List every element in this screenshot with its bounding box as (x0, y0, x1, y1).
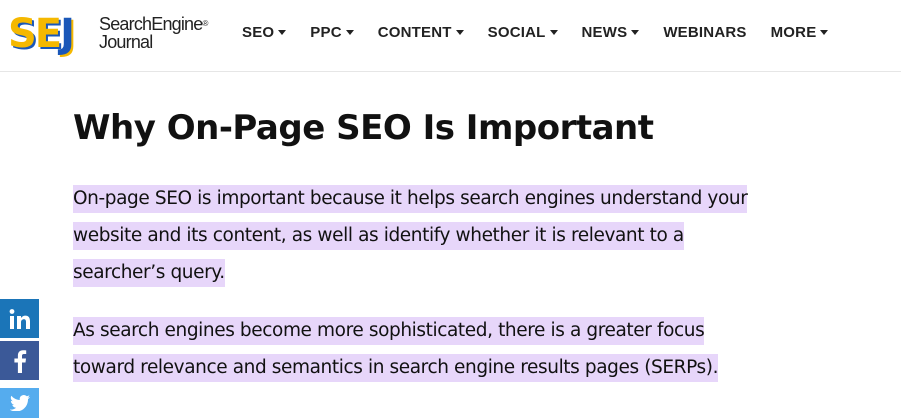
logo-name-line1: SearchEngine (99, 14, 203, 34)
nav-item-label: PPC (310, 23, 342, 41)
nav-item-more[interactable]: MORE (771, 22, 829, 42)
nav-item-news[interactable]: NEWS (582, 22, 640, 42)
highlighted-text: As search engines become more sophistica… (73, 317, 718, 382)
nav-item-label: NEWS (581, 23, 628, 41)
article-heading: Why On-Page SEO Is Important (73, 108, 654, 148)
twitter-icon (9, 395, 30, 411)
chevron-down-icon (345, 29, 354, 35)
chevron-down-icon (820, 29, 829, 35)
nav-item-ppc[interactable]: PPC (310, 22, 354, 42)
facebook-icon (13, 349, 26, 373)
article-paragraph: On-page SEO is important because it help… (73, 180, 763, 291)
nav-item-label: SOCIAL (487, 23, 546, 41)
highlighted-text: On-page SEO is important because it help… (73, 185, 748, 287)
nav-item-webinars[interactable]: WEBINARS (663, 22, 746, 42)
share-twitter-button[interactable] (0, 388, 39, 418)
nav-item-label: MORE (770, 23, 817, 41)
chevron-down-icon (631, 29, 640, 35)
nav-item-seo[interactable]: SEO (242, 22, 287, 42)
share-linkedin-button[interactable] (0, 299, 39, 338)
linkedin-icon (9, 308, 30, 329)
nav-item-social[interactable]: SOCIAL (488, 22, 558, 42)
logo-wordmark: SearchEngine® Journal (99, 15, 208, 51)
nav-item-label: CONTENT (377, 23, 452, 41)
nav-item-content[interactable]: CONTENT (378, 22, 464, 42)
main-nav: SEO PPC CONTENT SOCIAL NEWS WEBINARS MOR… (242, 22, 852, 42)
logo-name-line2: Journal (99, 32, 153, 52)
chevron-down-icon (549, 29, 558, 35)
registered-mark: ® (202, 19, 208, 28)
site-header: SEJ SearchEngine® Journal SEO PPC CONTEN… (0, 0, 901, 72)
logo-mark: SEJ (8, 11, 75, 57)
chevron-down-icon (455, 29, 464, 35)
nav-item-label: SEO (242, 23, 275, 41)
nav-item-label: WEBINARS (663, 23, 747, 41)
share-facebook-button[interactable] (0, 341, 39, 380)
chevron-down-icon (278, 29, 287, 35)
article-paragraph: As search engines become more sophistica… (73, 312, 763, 386)
site-logo[interactable]: SEJ SearchEngine® Journal (8, 12, 214, 56)
